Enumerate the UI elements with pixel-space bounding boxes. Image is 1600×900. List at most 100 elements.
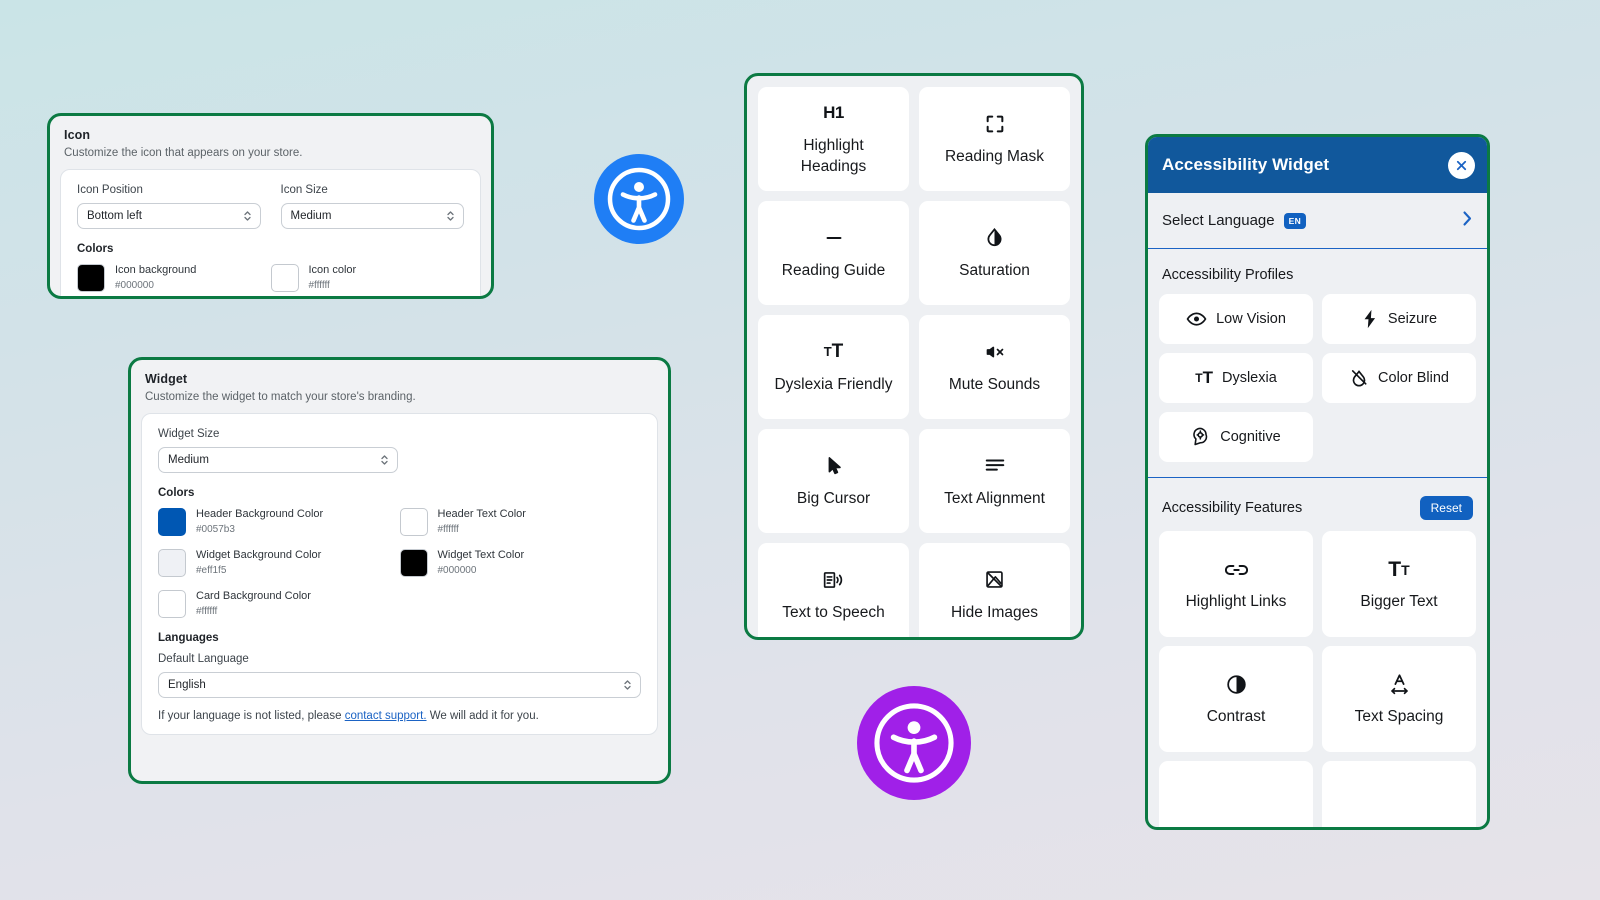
header-text-swatch-row: Header Text Color #ffffff bbox=[399, 508, 642, 536]
widget-background-hex: #eff1f5 bbox=[196, 565, 227, 576]
feature-card-contrast[interactable]: Contrast bbox=[1159, 646, 1313, 752]
icon-color-swatch[interactable] bbox=[270, 264, 299, 292]
features-grid: Highlight Links TT Bigger Text Contrast … bbox=[1148, 531, 1487, 827]
feature-card-bigger-text[interactable]: TT Bigger Text bbox=[1322, 531, 1476, 637]
card-bg-swatch-row: Card Background Color #ffffff bbox=[158, 590, 400, 618]
icon-position-select[interactable]: Bottom left bbox=[77, 203, 261, 229]
feature-label: Text Spacing bbox=[1354, 707, 1444, 725]
feature-card-partial-left[interactable] bbox=[1159, 761, 1313, 827]
profile-card-color-blind[interactable]: Color Blind bbox=[1322, 353, 1476, 403]
feature-card-dyslexia-friendly[interactable]: TT Dyslexia Friendly bbox=[758, 315, 909, 419]
feature-card-saturation[interactable]: Saturation bbox=[919, 201, 1070, 305]
profile-card-dyslexia[interactable]: TT Dyslexia bbox=[1159, 353, 1313, 403]
text-alignment-icon bbox=[984, 454, 1006, 478]
icon-size-label: Icon Size bbox=[280, 184, 328, 196]
feature-card-text-to-speech[interactable]: Text to Speech bbox=[758, 543, 909, 637]
icon-size-value: Medium bbox=[290, 210, 332, 222]
widget-panel-header: Widget Customize the widget to match you… bbox=[131, 360, 668, 413]
icon-color-hex: #ffffff bbox=[308, 280, 330, 291]
profile-card-cognitive[interactable]: Cognitive bbox=[1159, 412, 1313, 462]
chevron-updown-icon bbox=[623, 678, 632, 692]
hide-images-icon bbox=[984, 568, 1005, 592]
profile-label: Low Vision bbox=[1216, 311, 1286, 327]
feature-card-mute-sounds[interactable]: Mute Sounds bbox=[919, 315, 1070, 419]
icon-position-label: Icon Position bbox=[77, 184, 143, 196]
help-suffix: We will add it for you. bbox=[426, 710, 539, 722]
widget-size-label: Widget Size bbox=[158, 428, 220, 440]
select-language-label: Select Language bbox=[1162, 212, 1275, 229]
close-icon[interactable] bbox=[1448, 151, 1475, 179]
header-text-hex: #ffffff bbox=[437, 524, 459, 535]
contact-support-link[interactable]: contact support. bbox=[345, 710, 427, 722]
contrast-icon bbox=[1226, 673, 1247, 697]
widget-panel-subtitle: Customize the widget to match your store… bbox=[145, 391, 416, 403]
icon-background-swatch[interactable] bbox=[77, 264, 105, 292]
header-background-swatch[interactable] bbox=[158, 508, 186, 536]
feature-label: Reading Guide bbox=[781, 261, 886, 279]
feature-label: Dyslexia Friendly bbox=[774, 375, 893, 393]
feature-label: Text to Speech bbox=[782, 603, 885, 621]
feature-card-text-spacing[interactable]: Text Spacing bbox=[1322, 646, 1476, 752]
feature-card-reading-mask[interactable]: Reading Mask bbox=[919, 87, 1070, 191]
header-bg-swatch-row: Header Background Color #0057b3 bbox=[158, 508, 400, 536]
accessibility-widget-header: Accessibility Widget bbox=[1148, 137, 1487, 193]
card-background-swatch[interactable] bbox=[158, 590, 186, 618]
accessibility-widget-panel: Accessibility Widget Select Language EN … bbox=[1145, 134, 1490, 830]
accessibility-person-icon bbox=[874, 703, 954, 783]
widget-text-swatch[interactable] bbox=[399, 549, 428, 577]
widget-background-name: Widget Background Color bbox=[196, 549, 322, 561]
icon-position-field: Icon Position Bottom left bbox=[77, 184, 261, 229]
feature-card-highlight-links[interactable]: Highlight Links bbox=[1159, 531, 1313, 637]
accessibility-badge-blue[interactable] bbox=[594, 154, 684, 244]
feature-label: Contrast bbox=[1206, 707, 1266, 725]
reading-guide-icon bbox=[823, 226, 845, 250]
text-to-speech-icon bbox=[822, 568, 845, 592]
header-text-swatch[interactable] bbox=[399, 508, 428, 536]
brain-icon bbox=[1191, 427, 1211, 447]
feature-card-big-cursor[interactable]: Big Cursor bbox=[758, 429, 909, 533]
reset-button[interactable]: Reset bbox=[1419, 496, 1473, 520]
widget-background-swatch[interactable] bbox=[158, 549, 186, 577]
icon-panel-title: Icon bbox=[64, 128, 91, 142]
profiles-section-header: Accessibility Profiles bbox=[1148, 249, 1487, 294]
feature-card-text-alignment[interactable]: Text Alignment bbox=[919, 429, 1070, 533]
accessibility-badge-purple[interactable] bbox=[857, 686, 971, 800]
icon-size-select[interactable]: Medium bbox=[280, 203, 464, 229]
card-background-name: Card Background Color bbox=[196, 590, 311, 602]
feature-label: Mute Sounds bbox=[948, 375, 1041, 393]
widget-size-value: Medium bbox=[168, 454, 209, 466]
widget-text-hex: #000000 bbox=[437, 565, 477, 576]
header-text-name: Header Text Color bbox=[437, 508, 526, 520]
icon-panel-card: Icon Position Bottom left Icon Size Medi… bbox=[60, 169, 481, 296]
feature-card-partial-right[interactable] bbox=[1322, 761, 1476, 827]
widget-size-select[interactable]: Medium bbox=[158, 447, 398, 473]
profile-card-low-vision[interactable]: Low Vision bbox=[1159, 294, 1313, 344]
widget-panel-card: Widget Size Medium Colors Header Backgro… bbox=[141, 413, 658, 735]
saturation-icon bbox=[984, 226, 1005, 250]
h1-icon: H1 bbox=[823, 103, 844, 122]
profile-card-seizure[interactable]: Seizure bbox=[1322, 294, 1476, 344]
default-language-select[interactable]: English bbox=[158, 672, 641, 698]
icon-position-value: Bottom left bbox=[87, 210, 142, 222]
feature-card-highlight-headings[interactable]: H1 Highlight Headings bbox=[758, 87, 909, 191]
dyslexia-icon: TT bbox=[823, 340, 844, 362]
language-badge: EN bbox=[1283, 212, 1307, 229]
dyslexia-icon: TT bbox=[1195, 368, 1213, 387]
text-spacing-icon bbox=[1388, 673, 1411, 697]
languages-heading: Languages bbox=[158, 632, 219, 644]
profile-label: Color Blind bbox=[1378, 370, 1449, 386]
icon-panel-subtitle: Customize the icon that appears on your … bbox=[64, 147, 303, 159]
feature-label: Highlight Links bbox=[1185, 592, 1287, 610]
eye-off-icon bbox=[1349, 368, 1369, 388]
profiles-grid: Low Vision Seizure TT Dyslexia Color Bli… bbox=[1148, 294, 1487, 473]
feature-card-reading-guide[interactable]: Reading Guide bbox=[758, 201, 909, 305]
card-background-hex: #ffffff bbox=[196, 606, 218, 617]
feature-label: Saturation bbox=[959, 261, 1030, 279]
feature-label: Big Cursor bbox=[796, 489, 871, 507]
chevron-right-icon bbox=[1462, 210, 1473, 232]
icon-color-name: Icon color bbox=[308, 264, 357, 276]
feature-card-hide-images[interactable]: Hide Images bbox=[919, 543, 1070, 637]
select-language-row[interactable]: Select Language EN bbox=[1148, 193, 1487, 249]
feature-grid: H1 Highlight Headings Reading Mask Readi… bbox=[758, 87, 1070, 637]
icon-background-swatch-row: Icon background #000000 bbox=[77, 264, 271, 292]
